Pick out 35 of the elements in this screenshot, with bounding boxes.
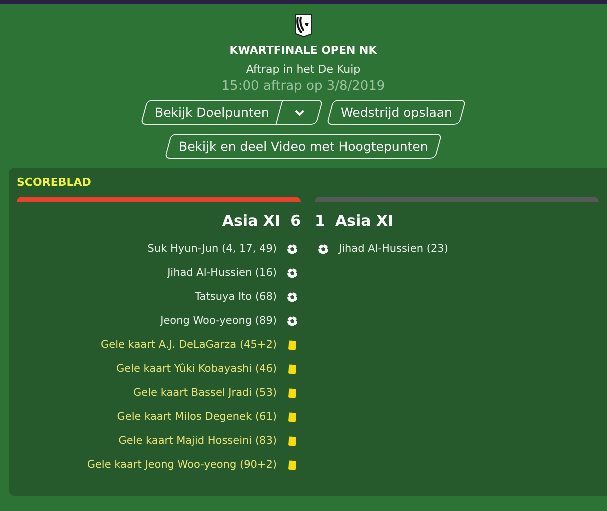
event-text: Gele kaart Yûki Kobayashi (46): [116, 363, 277, 375]
football-icon: [287, 292, 298, 302]
event-text: Gele kaart Milos Degenek (61): [117, 411, 277, 423]
football-icon: [287, 268, 298, 278]
event-text: Gele kaart A.J. DeLaGarza (45+2): [101, 339, 277, 351]
booking-card-icon: [287, 460, 298, 470]
chevron-down-icon: [294, 108, 304, 116]
event-text: Gele kaart Jeong Woo-yeong (90+2): [87, 459, 277, 471]
video-button[interactable]: Bekijk en deel Video met Hoogtepunten: [164, 134, 442, 159]
booking-card-icon: [287, 412, 298, 422]
team-name: Asia XI: [335, 212, 394, 230]
event-text: Jihad Al-Hussien (16): [168, 267, 277, 279]
trophy-logo-icon: [294, 14, 312, 38]
football-icon: [287, 316, 298, 326]
event-text: Jihad Al-Hussien (23): [339, 243, 448, 255]
score: 1: [315, 212, 326, 230]
football-icon: [287, 244, 298, 254]
booking-card-icon: [287, 436, 298, 446]
event-text: Suk Hyun-Jun (4, 17, 49): [148, 243, 277, 255]
score: 6: [290, 212, 301, 230]
event-text: Gele kaart Bassel Jradi (53): [134, 387, 277, 399]
event-text: Tatsuya Ito (68): [195, 291, 277, 303]
venue-text: Aftrap in het De Kuip: [246, 63, 361, 76]
view-goals-button[interactable]: Bekijk Doelpunten: [141, 101, 282, 124]
scoresheet-title: SCOREBLAD: [17, 176, 92, 189]
kickoff-text: 15:00 aftrap op 3/8/2019: [222, 79, 386, 94]
football-icon: [318, 244, 329, 254]
match-title: KWARTFINALE OPEN NK: [230, 44, 378, 57]
team-name: Asia XI: [222, 212, 281, 230]
event-text: Gele kaart Majid Hosseini (83): [118, 435, 277, 447]
event-text: Jeong Woo-yeong (89): [160, 315, 277, 327]
booking-card-icon: [287, 364, 298, 374]
booking-card-icon: [287, 340, 298, 350]
save-match-button[interactable]: Wedstrijd opslaan: [326, 100, 467, 125]
booking-card-icon: [287, 388, 298, 398]
